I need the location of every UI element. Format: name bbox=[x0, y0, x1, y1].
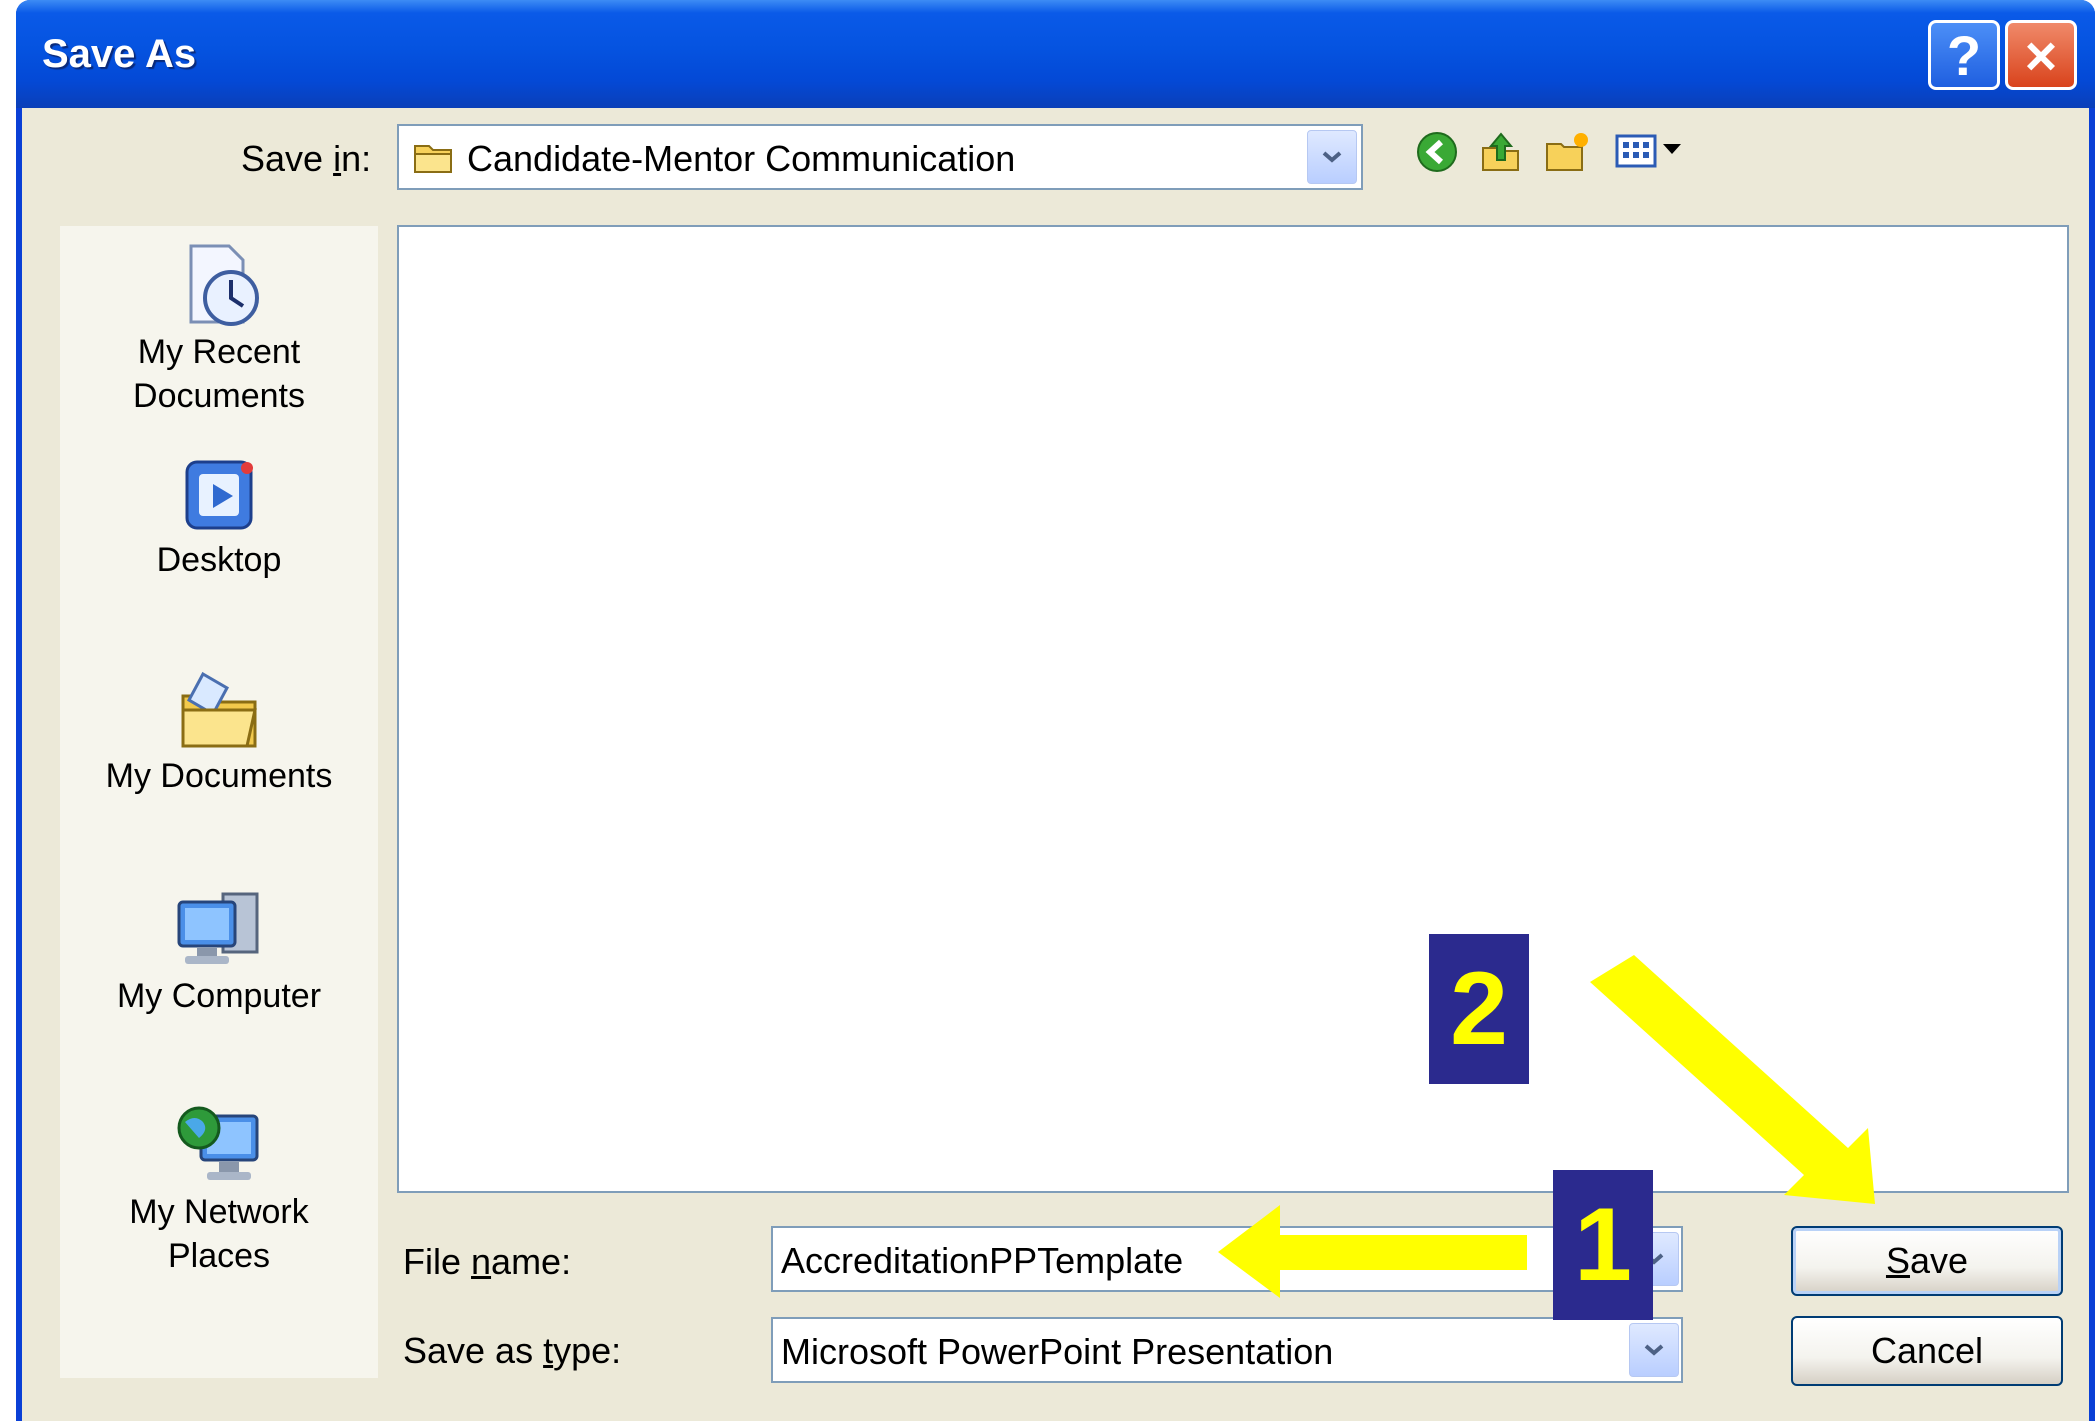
annotation-overlay bbox=[1218, 955, 1875, 1298]
step-1-badge: 1 bbox=[1553, 1170, 1653, 1320]
arrow-to-file-name bbox=[1218, 1205, 1527, 1298]
step-2-badge: 2 bbox=[1429, 934, 1529, 1084]
arrow-to-save-button bbox=[1590, 955, 1875, 1204]
